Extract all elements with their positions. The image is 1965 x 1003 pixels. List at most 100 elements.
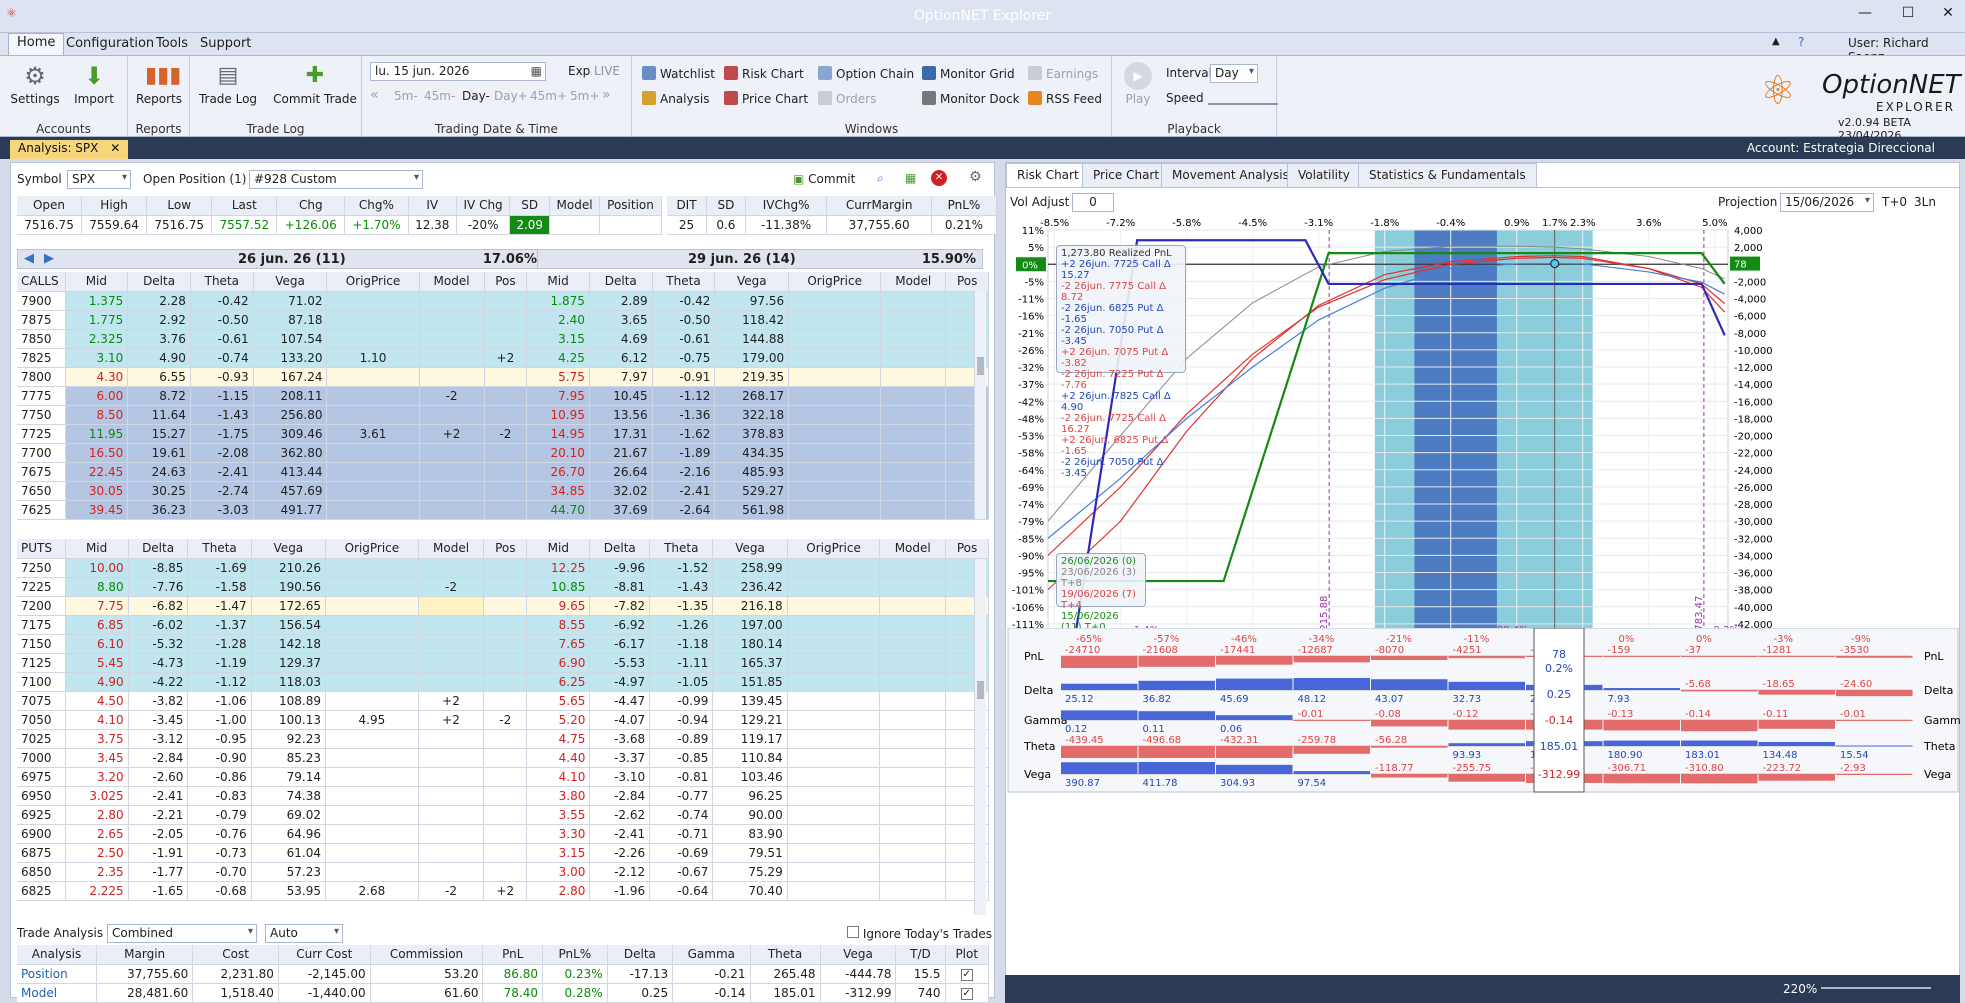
option-cell[interactable] <box>326 386 420 406</box>
option-cell[interactable] <box>484 443 528 463</box>
option-row[interactable]: 7050 4.10 -3.45 -1.00 100.13 4.95 +2 -2 5.20 -4.0… <box>17 710 989 730</box>
option-cell[interactable] <box>788 329 882 349</box>
option-row[interactable]: 7150 6.10 -5.32 -1.28 142.18 7.65 -6.17 -1.18 18… <box>17 634 989 654</box>
tab-close-icon[interactable]: ✕ <box>110 141 120 155</box>
option-cell[interactable] <box>880 367 947 387</box>
option-cell[interactable] <box>787 748 881 768</box>
option-cell[interactable] <box>418 786 485 806</box>
commit-trade-button[interactable]: ✚ Commit Trade <box>272 62 358 106</box>
option-cell[interactable] <box>419 481 485 501</box>
menu-support[interactable]: Support <box>192 35 259 52</box>
collapse-ribbon-icon[interactable]: ▲ <box>1772 36 1780 47</box>
minimize-button[interactable]: — <box>1855 5 1875 21</box>
option-cell[interactable] <box>879 729 947 749</box>
option-cell[interactable] <box>325 596 419 616</box>
option-cell[interactable] <box>787 843 881 863</box>
option-cell[interactable] <box>483 672 528 692</box>
option-row[interactable]: 7225 8.80 -7.76 -1.58 190.56 -2 10.85 -8.81 -1.4… <box>17 577 989 597</box>
option-cell[interactable] <box>788 481 882 501</box>
option-cell[interactable] <box>484 462 528 482</box>
option-cell[interactable] <box>787 881 881 901</box>
option-cell[interactable] <box>880 310 947 330</box>
option-cell[interactable] <box>787 634 881 654</box>
option-cell[interactable]: 2.68 <box>325 881 419 901</box>
live-button[interactable]: LIVE <box>594 64 620 78</box>
option-cell[interactable] <box>483 558 528 578</box>
option-cell[interactable] <box>879 805 947 825</box>
option-cell[interactable] <box>419 348 485 368</box>
option-cell[interactable] <box>787 729 881 749</box>
t0-label[interactable]: T+0 <box>1882 195 1907 209</box>
option-cell[interactable] <box>788 310 882 330</box>
option-cell[interactable] <box>879 824 947 844</box>
step-forward-icon[interactable]: » <box>602 87 611 103</box>
menu-tools[interactable]: Tools <box>148 35 196 52</box>
earnings-button[interactable]: Earnings <box>1028 66 1098 81</box>
option-cell[interactable] <box>484 481 528 501</box>
step-day-back[interactable]: Day- <box>462 89 490 103</box>
option-cell[interactable]: +2 <box>418 691 485 711</box>
option-cell[interactable] <box>418 596 485 616</box>
option-cell[interactable]: -2 <box>483 710 528 730</box>
option-row[interactable]: 7875 1.775 2.92 -0.50 87.18 2.40 3.65 -0.50 118.… <box>17 310 989 330</box>
option-cell[interactable] <box>879 672 947 692</box>
calendar-icon[interactable]: ▦ <box>531 64 542 78</box>
option-cell[interactable] <box>418 767 485 787</box>
option-cell[interactable] <box>484 291 528 311</box>
option-cell[interactable] <box>484 386 528 406</box>
option-cell[interactable] <box>879 577 947 597</box>
interval-select[interactable]: Day <box>1210 64 1258 83</box>
settings-button[interactable]: ⚙ Settings <box>10 62 60 106</box>
option-row[interactable]: 6825 2.225 -1.65 -0.68 53.95 2.68 -2 +2 2.80 -1.9… <box>17 881 989 901</box>
option-cell[interactable] <box>879 843 947 863</box>
step-5m-fwd[interactable]: 5m+ <box>570 89 599 103</box>
option-row[interactable]: 6975 3.20 -2.60 -0.86 79.14 4.10 -3.10 -0.81 103… <box>17 767 989 787</box>
rss-feed-button[interactable]: RSS Feed <box>1028 91 1102 106</box>
option-row[interactable]: 7650 30.05 30.25 -2.74 457.69 34.85 32.02 -2.41… <box>17 481 989 501</box>
option-cell[interactable] <box>483 615 528 635</box>
option-cell[interactable] <box>419 500 485 520</box>
option-cell[interactable] <box>483 843 528 863</box>
option-row[interactable]: 7625 39.45 36.23 -3.03 491.77 44.70 37.69 -2.64… <box>17 500 989 520</box>
projection-date-input[interactable]: 15/06/2026 <box>1780 193 1874 212</box>
monitor-dock-button[interactable]: Monitor Dock <box>922 91 1020 106</box>
option-cell[interactable] <box>418 843 485 863</box>
option-row[interactable]: 7775 6.00 8.72 -1.15 208.11 -2 7.95 10.45 -1.12 2… <box>17 386 989 406</box>
export-icon[interactable]: ▦ <box>905 171 916 185</box>
delete-icon[interactable]: ✕ <box>931 170 947 186</box>
ignore-todays-trades-checkbox[interactable]: Ignore Today's Trades <box>847 926 992 941</box>
zoom-icon[interactable]: ⌕ <box>877 171 884 186</box>
trading-date-input[interactable]: lu. 15 jun. 2026 ▦ <box>370 62 546 81</box>
option-cell[interactable] <box>483 691 528 711</box>
option-cell[interactable] <box>419 291 485 311</box>
prev-exp-icon[interactable]: ◀ <box>24 251 34 266</box>
play-button[interactable]: ▶ Play <box>1118 62 1158 106</box>
tab-risk-chart[interactable]: Risk Chart <box>1006 163 1090 187</box>
ln-label[interactable]: 3Ln <box>1914 195 1936 209</box>
option-cell[interactable] <box>788 443 882 463</box>
option-cell[interactable] <box>326 462 420 482</box>
option-row[interactable]: 7800 4.30 6.55 -0.93 167.24 5.75 7.97 -0.91 219.… <box>17 367 989 387</box>
option-row[interactable]: 6850 2.35 -1.77 -0.70 57.23 3.00 -2.12 -0.67 75.… <box>17 862 989 882</box>
option-cell[interactable]: +2 <box>484 348 528 368</box>
option-row[interactable]: 7750 8.50 11.64 -1.43 256.80 10.95 13.56 -1.36 3… <box>17 405 989 425</box>
commit-button[interactable]: ▣ Commit <box>793 172 855 186</box>
option-cell[interactable] <box>418 729 485 749</box>
calls-scrollbar[interactable] <box>974 291 986 519</box>
option-cell[interactable] <box>787 558 881 578</box>
option-cell[interactable] <box>325 805 419 825</box>
option-cell[interactable] <box>880 291 947 311</box>
menu-configuration[interactable]: Configuration <box>58 35 162 52</box>
option-cell[interactable] <box>879 634 947 654</box>
option-cell[interactable] <box>787 710 881 730</box>
exp-button[interactable]: Exp <box>568 64 590 78</box>
option-cell[interactable] <box>788 500 882 520</box>
settings-icon[interactable]: ⚙ <box>969 169 982 185</box>
option-cell[interactable] <box>879 786 947 806</box>
option-cell[interactable] <box>879 615 947 635</box>
option-row[interactable]: 7250 10.00 -8.85 -1.69 210.26 12.25 -9.96 -1.52… <box>17 558 989 578</box>
option-cell[interactable] <box>325 729 419 749</box>
option-cell[interactable] <box>325 748 419 768</box>
option-cell[interactable] <box>325 653 419 673</box>
speed-slider[interactable] <box>1208 91 1278 105</box>
